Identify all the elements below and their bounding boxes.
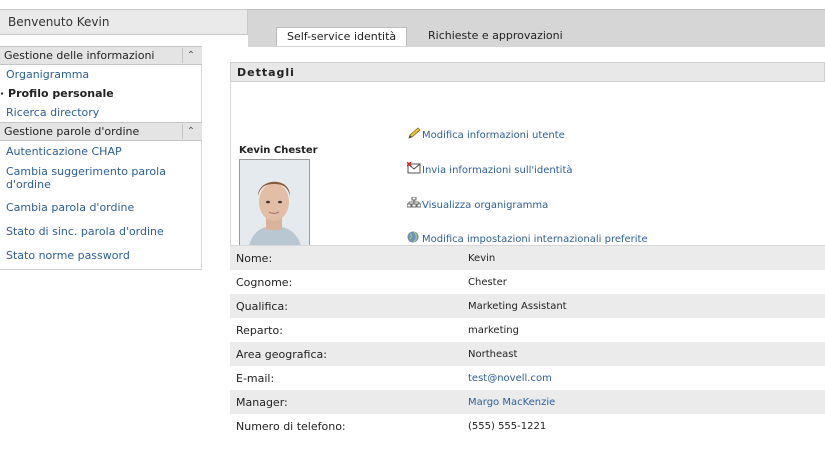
email-link[interactable]: test@novell.com bbox=[468, 373, 552, 384]
user-photo-image bbox=[240, 160, 309, 252]
sidebar-item-cambia-parola[interactable]: Cambia parola d'ordine bbox=[0, 196, 201, 220]
globe-icon bbox=[407, 231, 421, 243]
manager-link[interactable]: Margo MacKenzie bbox=[468, 397, 555, 408]
attribute-label: Numero di telefono: bbox=[236, 419, 346, 433]
sidebar-item-organigramma[interactable]: Organigramma bbox=[0, 65, 201, 84]
sidebar-item-profilo-personale[interactable]: · Profilo personale bbox=[0, 84, 201, 103]
sidebar-item-label: Profilo personale bbox=[8, 87, 114, 100]
sidebar-item-stato-norme[interactable]: Stato norme password bbox=[0, 244, 201, 269]
table-row: Manager: Margo MacKenzie bbox=[230, 390, 825, 414]
sidebar-item-ricerca-directory[interactable]: Ricerca directory bbox=[0, 103, 201, 122]
table-row: Reparto: marketing bbox=[230, 318, 825, 342]
sidebar-item-cambia-suggerimento[interactable]: Cambia suggerimento parola d'ordine bbox=[0, 162, 201, 196]
pencil-icon bbox=[407, 127, 421, 139]
sidebar-group-info: Organigramma · Profilo personale Ricerca… bbox=[0, 65, 202, 122]
attribute-label: Nome: bbox=[236, 251, 273, 265]
org-chart-icon bbox=[406, 196, 422, 209]
sidebar-group-password: Autenticazione CHAP Cambia suggerimento … bbox=[0, 141, 202, 270]
attribute-label: Manager: bbox=[236, 395, 288, 409]
sidebar-group-title: Gestione parole d'ordine bbox=[4, 125, 140, 138]
attribute-label: Cognome: bbox=[236, 275, 293, 289]
edit-locale-settings-link[interactable]: Modifica impostazioni internazionali pre… bbox=[407, 231, 648, 245]
attribute-value: (555) 555-1221 bbox=[468, 420, 547, 432]
action-label: Modifica impostazioni internazionali pre… bbox=[422, 234, 648, 245]
action-label: Visualizza organigramma bbox=[422, 200, 549, 211]
envelope-icon bbox=[406, 161, 421, 174]
action-label: Invia informazioni sull'identità bbox=[422, 165, 573, 176]
sidebar-item-chap[interactable]: Autenticazione CHAP bbox=[0, 141, 201, 162]
user-photo bbox=[239, 159, 310, 253]
collapse-icon[interactable]: ⌃ bbox=[182, 124, 199, 139]
top-bar: Benvenuto Kevin Self-service identità Ri… bbox=[0, 0, 825, 47]
tab-requests-approvals[interactable]: Richieste e approvazioni bbox=[418, 27, 573, 46]
table-row: E-mail: test@novell.com bbox=[230, 366, 825, 390]
attribute-value: marketing bbox=[468, 324, 519, 336]
attribute-label: E-mail: bbox=[236, 371, 275, 385]
tab-strip: Self-service identità Richieste e approv… bbox=[248, 9, 825, 47]
collapse-icon[interactable]: ⌃ bbox=[182, 48, 199, 63]
sidebar-group-header-password[interactable]: Gestione parole d'ordine ⌃ bbox=[0, 122, 202, 141]
sidebar: Gestione delle informazioni ⌃ Organigram… bbox=[0, 46, 202, 270]
sidebar-group-header-info[interactable]: Gestione delle informazioni ⌃ bbox=[0, 46, 202, 65]
sidebar-item-stato-sinc[interactable]: Stato di sinc. parola d'ordine bbox=[0, 220, 201, 244]
table-row: Cognome: Chester bbox=[230, 270, 825, 294]
attribute-label: Reparto: bbox=[236, 323, 283, 337]
attribute-label: Area geografica: bbox=[236, 347, 327, 361]
welcome-text: Benvenuto Kevin bbox=[0, 9, 248, 35]
table-row: Qualifica: Marketing Assistant bbox=[230, 294, 825, 318]
current-marker-icon: · bbox=[0, 87, 9, 100]
attribute-value: Marketing Assistant bbox=[468, 300, 567, 312]
details-title: Dettagli bbox=[230, 62, 825, 82]
table-row: Numero di telefono: (555) 555-1221 bbox=[230, 414, 825, 438]
table-row: Nome: Kevin bbox=[230, 246, 825, 270]
attribute-value: Chester bbox=[468, 276, 507, 288]
sidebar-group-title: Gestione delle informazioni bbox=[4, 49, 155, 62]
user-name: Kevin Chester bbox=[239, 145, 318, 156]
edit-user-info-link[interactable]: Modifica informazioni utente bbox=[407, 127, 565, 141]
send-identity-info-link[interactable]: Invia informazioni sull'identità bbox=[406, 161, 573, 176]
attributes-table: Nome: Kevin Cognome: Chester Qualifica: … bbox=[230, 245, 825, 438]
attribute-value: Kevin bbox=[468, 252, 496, 264]
details-summary: Kevin Chester Modifica informazioni uten… bbox=[230, 82, 825, 253]
tab-self-service[interactable]: Self-service identità bbox=[276, 27, 408, 46]
table-row: Area geografica: Northeast bbox=[230, 342, 825, 366]
attribute-value: Northeast bbox=[468, 348, 518, 360]
view-org-chart-link[interactable]: Visualizza organigramma bbox=[406, 196, 549, 211]
attribute-label: Qualifica: bbox=[236, 299, 288, 313]
action-label: Modifica informazioni utente bbox=[422, 130, 565, 141]
